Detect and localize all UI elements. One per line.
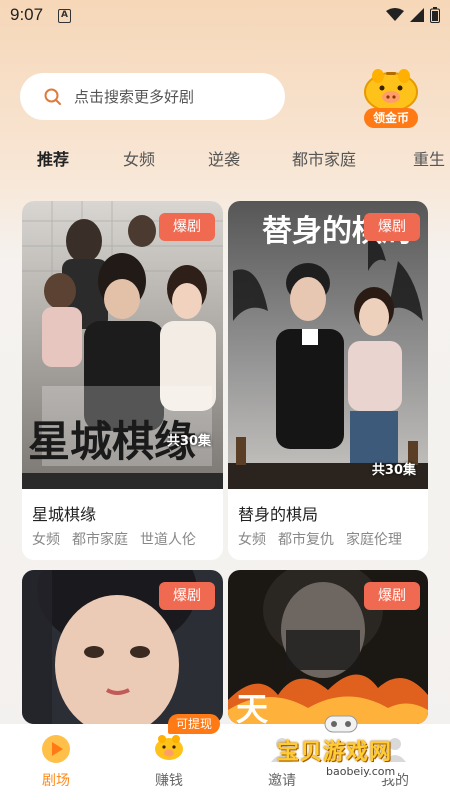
episode-count: 共30集 bbox=[371, 463, 416, 478]
tag: 女频 bbox=[32, 532, 60, 548]
withdraw-pill: 可提现 bbox=[168, 714, 221, 734]
tab-female[interactable]: 女频 bbox=[123, 146, 155, 170]
wifi-icon bbox=[386, 8, 404, 21]
play-icon bbox=[42, 735, 70, 763]
hot-badge: 爆剧 bbox=[159, 582, 215, 610]
watermark-url: baobeiy.com bbox=[323, 765, 399, 778]
nav-theater-label: 剧场 bbox=[42, 773, 70, 789]
drama-title: 星城棋缘 bbox=[32, 505, 97, 524]
drama-card[interactable]: 星城棋缘 爆剧 共30集 星城棋缘 女频 都市家庭 世道人伦 bbox=[22, 201, 223, 560]
nav-earn-label: 赚钱 bbox=[155, 773, 183, 789]
category-tabs: 推荐 女频 逆袭 都市家庭 重生 bbox=[0, 140, 450, 176]
tab-recommend[interactable]: 推荐 bbox=[37, 146, 69, 170]
tag: 都市家庭 bbox=[72, 532, 128, 548]
search-placeholder: 点击搜索更多好剧 bbox=[74, 88, 195, 106]
hot-badge: 爆剧 bbox=[364, 582, 420, 610]
tag: 都市复仇 bbox=[278, 532, 334, 548]
drama-tags: 女频 都市复仇 家庭伦理 bbox=[238, 529, 414, 549]
drama-card[interactable]: 替身的棋局 爆剧 共30集 替身的棋局 女频 都市复仇 家庭伦理 bbox=[228, 201, 428, 560]
nav-theater[interactable]: 剧场 bbox=[11, 724, 101, 800]
battery-icon bbox=[430, 7, 440, 23]
get-coins-button[interactable]: 领金币 bbox=[356, 66, 426, 130]
search-icon bbox=[44, 88, 61, 105]
status-bar: 9:07 A bbox=[0, 0, 450, 32]
drama-title: 替身的棋局 bbox=[238, 505, 319, 524]
tab-urban-family[interactable]: 都市家庭 bbox=[292, 146, 356, 170]
gamepad-icon bbox=[324, 715, 358, 733]
drama-card[interactable]: 天 爆剧 bbox=[228, 570, 428, 724]
watermark: 宝贝游戏网 baobeiy.com bbox=[265, 715, 425, 788]
piggy-bank-icon bbox=[364, 69, 418, 112]
notification-a-icon: A bbox=[58, 9, 71, 23]
episode-count: 共30集 bbox=[166, 434, 211, 449]
drama-poster: 替身的棋局 bbox=[228, 201, 428, 489]
get-coins-label: 领金币 bbox=[364, 108, 418, 128]
tab-comeback[interactable]: 逆袭 bbox=[208, 146, 240, 170]
drama-tags: 女频 都市家庭 世道人伦 bbox=[32, 529, 208, 549]
signal-icon bbox=[410, 8, 424, 22]
piggy-icon bbox=[155, 735, 183, 760]
status-icons bbox=[386, 7, 440, 23]
tab-rebirth[interactable]: 重生 bbox=[413, 146, 445, 170]
nav-earn[interactable]: 赚钱 bbox=[124, 724, 214, 800]
poster-title-art: 天 bbox=[236, 690, 268, 724]
status-time: 9:07 bbox=[10, 5, 44, 24]
tag: 世道人伦 bbox=[140, 532, 196, 548]
search-input[interactable]: 点击搜索更多好剧 bbox=[20, 73, 285, 120]
tag: 女频 bbox=[238, 532, 266, 548]
tag: 家庭伦理 bbox=[346, 532, 402, 548]
hot-badge: 爆剧 bbox=[364, 213, 420, 241]
drama-card[interactable]: 爆剧 bbox=[22, 570, 223, 724]
hot-badge: 爆剧 bbox=[159, 213, 215, 241]
watermark-text: 宝贝游戏网 bbox=[277, 740, 393, 765]
